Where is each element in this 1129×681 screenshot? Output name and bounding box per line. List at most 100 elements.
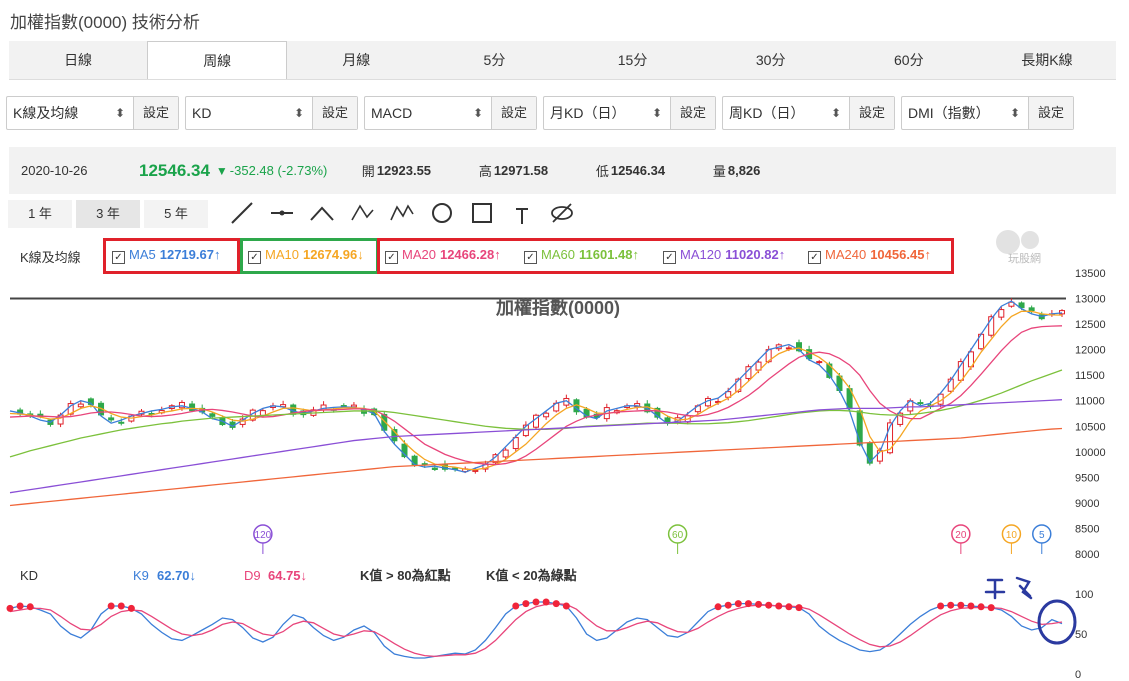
- ma-marker-label: 120: [255, 530, 272, 541]
- ma-line-ma60: [9, 369, 1063, 458]
- range-button-1[interactable]: 3 年: [76, 200, 140, 228]
- kd-legend-name: K9: [133, 568, 149, 583]
- kd-overbought-dot: [775, 602, 783, 610]
- candle-body: [644, 403, 651, 413]
- down-arrow-icon: ▼: [215, 163, 228, 178]
- indicator-dropdown[interactable]: 周KD（日）: [723, 97, 849, 129]
- angle-tool-icon[interactable]: [306, 200, 338, 228]
- candle-body: [704, 397, 711, 407]
- candle-body: [492, 454, 499, 464]
- candle-body: [856, 410, 863, 446]
- indicator-select-3: 月KD（日）設定: [543, 96, 716, 130]
- tab-1[interactable]: 周線: [147, 41, 288, 79]
- kd-overbought-dot: [512, 602, 520, 610]
- candle-body: [229, 421, 236, 428]
- range-buttons: 1 年3 年5 年: [8, 200, 208, 228]
- settings-button[interactable]: 設定: [849, 97, 894, 129]
- ma-label: K線及均線: [20, 250, 81, 265]
- settings-button[interactable]: 設定: [491, 97, 536, 129]
- indicator-dropdown[interactable]: K線及均線: [7, 97, 133, 129]
- candle-body: [239, 418, 246, 425]
- tab-7[interactable]: 長期K線: [978, 41, 1116, 79]
- kd-overbought-dot: [957, 601, 965, 609]
- candle-body: [77, 403, 84, 408]
- candle-body: [988, 316, 995, 336]
- candle-body: [836, 375, 843, 392]
- candle-body: [654, 407, 661, 418]
- candle-body: [249, 409, 256, 421]
- candle-body: [684, 415, 691, 423]
- candle-body: [168, 405, 175, 409]
- tab-5[interactable]: 30分: [702, 41, 840, 79]
- candle-body: [361, 408, 368, 414]
- ma-marker-label: 20: [955, 530, 967, 541]
- price-ytick: 8000: [1075, 549, 1099, 561]
- tab-4[interactable]: 15分: [564, 41, 702, 79]
- line-tool-icon[interactable]: [226, 200, 258, 228]
- range-button-0[interactable]: 1 年: [8, 200, 72, 228]
- settings-button[interactable]: 設定: [133, 97, 178, 129]
- candle-body: [826, 363, 833, 378]
- candle-body: [785, 347, 792, 350]
- tab-2[interactable]: 月線: [287, 41, 425, 79]
- candle-body: [957, 361, 964, 381]
- high-label: 高: [478, 164, 492, 179]
- quote-bar: 2020-10-26 12546.34 ▼ -352.48 (-2.73%) 開…: [9, 147, 1116, 194]
- indicator-dropdown[interactable]: 月KD（日）: [544, 97, 670, 129]
- quote-high: 12971.58: [493, 163, 549, 178]
- range-button-2[interactable]: 5 年: [144, 200, 208, 228]
- candle-body: [67, 403, 74, 415]
- tab-0[interactable]: 日線: [9, 41, 147, 79]
- circle-tool-icon[interactable]: [426, 200, 458, 228]
- tab-3[interactable]: 5分: [425, 41, 563, 79]
- indicator-dropdown[interactable]: MACD: [365, 97, 491, 129]
- rectangle-tool-icon[interactable]: [466, 200, 498, 228]
- candle-body: [401, 443, 408, 458]
- tab-6[interactable]: 60分: [840, 41, 978, 79]
- candle-body: [391, 429, 398, 442]
- settings-button[interactable]: 設定: [670, 97, 715, 129]
- candle-body: [533, 414, 539, 428]
- candle-body: [917, 402, 924, 405]
- candle-body: [593, 413, 600, 418]
- candle-body: [1048, 313, 1055, 316]
- ma-line-ma20: [9, 325, 1063, 466]
- candle-body: [189, 403, 196, 412]
- open-label: 開: [361, 164, 375, 179]
- kd-overbought-dot: [987, 604, 995, 612]
- kd-overbought-dot: [755, 600, 763, 608]
- candle-body: [1059, 310, 1065, 315]
- kd-ytick: 50: [1075, 629, 1087, 641]
- vol-label: 量: [712, 164, 726, 179]
- candle-body: [138, 410, 145, 415]
- candle-body: [320, 404, 327, 411]
- price-ytick: 11000: [1075, 396, 1105, 408]
- handwritten-death-cross-annotation: [984, 576, 1033, 600]
- ma-marker-label: 5: [1039, 530, 1045, 541]
- indicator-dropdown[interactable]: DMI（指數）: [902, 97, 1028, 129]
- indicator-select-1: KD設定: [185, 96, 358, 130]
- candle-body: [441, 463, 448, 470]
- ma-line-ma5: [9, 300, 1063, 473]
- kd-overbought-dot: [522, 600, 530, 608]
- horizontal-line-tool-icon[interactable]: [266, 200, 298, 228]
- candle-body: [381, 413, 388, 431]
- candle-body: [108, 417, 115, 421]
- candle-body: [998, 309, 1005, 318]
- candle-body: [350, 404, 357, 408]
- abcd-tool-icon[interactable]: [386, 200, 418, 228]
- candle-body: [259, 410, 266, 416]
- candle-body: [755, 361, 762, 371]
- candle-body: [583, 408, 590, 418]
- hide-tool-icon[interactable]: [546, 200, 578, 228]
- text-tool-icon[interactable]: [506, 200, 538, 228]
- kd-overbought-dot: [562, 602, 570, 610]
- kd-ytick: 100: [1075, 589, 1093, 601]
- abc-tool-icon[interactable]: [346, 200, 378, 228]
- kd-note: K值 > 80為紅點: [360, 568, 451, 583]
- settings-button[interactable]: 設定: [312, 97, 357, 129]
- indicator-dropdown[interactable]: KD: [186, 97, 312, 129]
- settings-button[interactable]: 設定: [1028, 97, 1073, 129]
- kd-line-d9: [9, 602, 1063, 658]
- price-ytick: 12000: [1075, 345, 1106, 357]
